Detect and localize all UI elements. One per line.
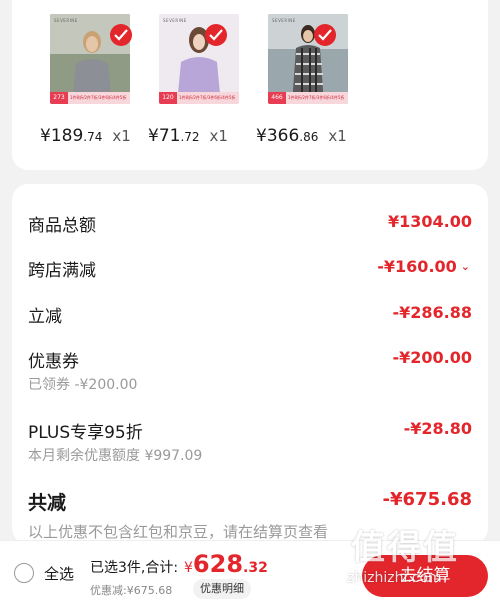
price-decimal: .74 bbox=[83, 130, 103, 144]
cross-store-value-wrap[interactable]: -¥160.00 ⌄ bbox=[377, 257, 470, 276]
product-brand: SEVERINE bbox=[54, 18, 78, 23]
promo-text: 1件8折/2件7折/3件6折/4件5折 bbox=[288, 95, 345, 100]
coupon-label: 优惠券 bbox=[28, 352, 79, 372]
product-price-row-1: ¥189.74 x1 bbox=[40, 126, 131, 146]
selected-check-icon[interactable] bbox=[110, 24, 132, 46]
promo-tag: 120 bbox=[159, 92, 177, 104]
product-price-row-3: ¥366.86 x1 bbox=[256, 126, 347, 146]
chevron-down-icon[interactable]: ⌄ bbox=[461, 260, 470, 273]
goods-total-label: 商品总额 bbox=[28, 216, 96, 236]
price-integer: ¥366 bbox=[256, 126, 300, 146]
total-price: ¥628.32 bbox=[184, 550, 268, 578]
promo-tag: 466 bbox=[268, 92, 286, 104]
product-brand: SEVERINE bbox=[272, 18, 296, 23]
total-decimal: .32 bbox=[243, 560, 268, 576]
quantity: x1 bbox=[112, 127, 131, 145]
quantity: x1 bbox=[328, 127, 347, 145]
select-all-radio[interactable] bbox=[14, 563, 34, 583]
product-thumbnail-3[interactable]: SEVERINE 466 1件8折/2件7折/3件6折/4件5折 bbox=[268, 14, 348, 104]
plus-discount-subtext: 本月剩余优惠额度 ¥997.09 bbox=[28, 448, 203, 464]
promo-tag: 273 bbox=[50, 92, 68, 104]
discount-detail-button[interactable]: 优惠明细 bbox=[193, 579, 251, 599]
selected-count-text: 已选3件,合计: bbox=[90, 560, 179, 576]
instant-discount-value: -¥286.88 bbox=[392, 303, 472, 322]
checkout-bar: 全选 已选3件,合计: ¥628.32 优惠减:¥675.68 优惠明细 去结算 bbox=[0, 540, 500, 607]
product-photo-2 bbox=[159, 14, 239, 104]
selected-check-icon[interactable] bbox=[205, 24, 227, 46]
instant-discount-label: 立减 bbox=[28, 307, 62, 327]
cart-items-card: SEVERINE 273 1件8折/2件7折/3件6折/4件5折 ¥189.74… bbox=[12, 0, 488, 170]
coupon-subtext: 已领券 -¥200.00 bbox=[28, 377, 138, 393]
goods-total-value: ¥1304.00 bbox=[387, 212, 472, 231]
plus-discount-value: -¥28.80 bbox=[403, 419, 472, 438]
price-integer: ¥189 bbox=[40, 126, 84, 146]
promo-text: 1件8折/2件7折/3件6折/4件5折 bbox=[70, 95, 127, 100]
cross-store-label: 跨店满减 bbox=[28, 261, 96, 281]
select-all-label[interactable]: 全选 bbox=[44, 563, 74, 584]
discount-amount-text: 优惠减:¥675.68 bbox=[90, 584, 173, 597]
checkout-button[interactable]: 去结算 bbox=[362, 555, 488, 597]
cross-store-value: -¥160.00 bbox=[377, 257, 457, 276]
product-brand: SEVERINE bbox=[163, 18, 187, 23]
price-decimal: .72 bbox=[180, 130, 200, 144]
product-price-row-2: ¥71.72 x1 bbox=[148, 126, 228, 146]
product-thumbnail-2[interactable]: SEVERINE 120 1件8折/2件7折/3件6折/4件5折 bbox=[159, 14, 239, 104]
price-decimal: .86 bbox=[299, 130, 319, 144]
selected-check-icon[interactable] bbox=[314, 24, 336, 46]
total-discount-label: 共减 bbox=[28, 492, 67, 514]
discount-summary-card: 商品总额 ¥1304.00 跨店满减 -¥160.00 ⌄ 立减 -¥286.88… bbox=[12, 184, 488, 544]
total-discount-value: -¥675.68 bbox=[382, 489, 472, 510]
promo-text: 1件8折/2件7折/3件6折/4件5折 bbox=[179, 95, 236, 100]
quantity: x1 bbox=[209, 127, 228, 145]
coupon-value: -¥200.00 bbox=[392, 348, 472, 367]
plus-discount-label: PLUS专享95折 bbox=[28, 423, 143, 443]
total-integer: 628 bbox=[192, 550, 244, 578]
total-currency: ¥ bbox=[184, 560, 193, 576]
price-integer: ¥71 bbox=[148, 126, 181, 146]
discount-note: 以上优惠不包含红包和京豆，请在结算页查看 bbox=[28, 523, 329, 541]
product-photo-3 bbox=[268, 14, 348, 104]
